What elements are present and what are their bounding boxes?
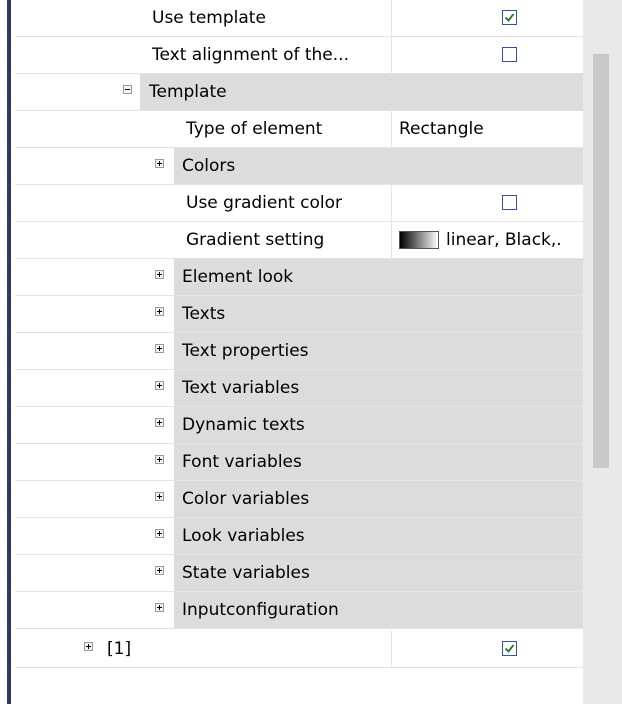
group-label: Template: [149, 82, 227, 102]
group-label: Element look: [182, 267, 294, 287]
group-label: Colors: [182, 156, 236, 176]
property-row-use-template[interactable]: Use template: [15, 0, 583, 37]
expand-icon[interactable]: [155, 307, 164, 316]
group-row-color-variables[interactable]: Color variables: [15, 481, 583, 518]
property-label: Type of element: [186, 119, 323, 139]
item-1-checkbox[interactable]: [502, 641, 517, 656]
property-row-text-alignment[interactable]: Text alignment of the...: [15, 37, 583, 74]
text-alignment-checkbox[interactable]: [502, 47, 517, 62]
expand-icon[interactable]: [155, 159, 164, 168]
group-label: Look variables: [182, 526, 305, 546]
group-label: Text variables: [182, 378, 300, 398]
group-label: Inputconfiguration: [182, 600, 339, 620]
group-label: State variables: [182, 563, 310, 583]
property-value[interactable]: [391, 37, 583, 73]
expand-icon[interactable]: [155, 418, 164, 427]
group-label: Text properties: [182, 341, 309, 361]
expand-icon[interactable]: [155, 381, 164, 390]
property-label: Use template: [152, 8, 266, 28]
expand-icon[interactable]: [155, 455, 164, 464]
group-row-inputconfiguration[interactable]: Inputconfiguration: [15, 592, 583, 629]
property-grid: Use template Text alignment of the... Te…: [15, 0, 583, 704]
group-row-template[interactable]: Template: [15, 74, 583, 111]
expand-icon[interactable]: [155, 566, 164, 575]
group-label: Color variables: [182, 489, 310, 509]
gradient-preview-swatch: [399, 231, 439, 249]
group-label: Dynamic texts: [182, 415, 305, 435]
group-row-text-variables[interactable]: Text variables: [15, 370, 583, 407]
group-row-look-variables[interactable]: Look variables: [15, 518, 583, 555]
type-of-element-value: Rectangle: [399, 119, 484, 139]
group-row-element-look[interactable]: Element look: [15, 259, 583, 296]
check-mark-icon: [504, 644, 515, 653]
property-value[interactable]: linear, Black,.: [391, 222, 583, 258]
use-gradient-color-checkbox[interactable]: [502, 195, 517, 210]
property-label: Use gradient color: [186, 193, 343, 213]
collapse-icon[interactable]: [123, 85, 132, 94]
gradient-setting-value: linear, Black,.: [446, 230, 562, 250]
group-row-colors[interactable]: Colors: [15, 148, 583, 185]
property-label: Gradient setting: [186, 230, 325, 250]
group-row-font-variables[interactable]: Font variables: [15, 444, 583, 481]
expand-icon[interactable]: [155, 529, 164, 538]
property-value[interactable]: Rectangle: [391, 111, 583, 147]
left-edge-bar: [0, 0, 11, 704]
property-row-type-of-element[interactable]: Type of element Rectangle: [15, 111, 583, 148]
expand-icon[interactable]: [155, 344, 164, 353]
group-row-dynamic-texts[interactable]: Dynamic texts: [15, 407, 583, 444]
property-value[interactable]: [391, 185, 583, 221]
property-row-gradient-setting[interactable]: Gradient setting linear, Black,.: [15, 222, 583, 259]
expand-icon[interactable]: [155, 603, 164, 612]
property-value[interactable]: [391, 631, 583, 667]
property-value[interactable]: [391, 0, 583, 36]
group-label: Texts: [182, 304, 226, 324]
property-row-item-1[interactable]: [1]: [15, 631, 583, 668]
group-row-state-variables[interactable]: State variables: [15, 555, 583, 592]
property-row-use-gradient-color[interactable]: Use gradient color: [15, 185, 583, 222]
group-row-text-properties[interactable]: Text properties: [15, 333, 583, 370]
scrollbar-thumb[interactable]: [593, 54, 609, 468]
check-mark-icon: [504, 13, 515, 22]
group-header-fill: [174, 148, 583, 184]
group-row-texts[interactable]: Texts: [15, 296, 583, 333]
expand-icon[interactable]: [155, 492, 164, 501]
expand-icon[interactable]: [155, 270, 164, 279]
group-header-fill: [174, 296, 583, 332]
group-label: Font variables: [182, 452, 302, 472]
property-label: [1]: [107, 639, 132, 659]
expand-icon[interactable]: [84, 642, 93, 651]
property-label: Text alignment of the...: [152, 45, 349, 65]
use-template-checkbox[interactable]: [502, 10, 517, 25]
